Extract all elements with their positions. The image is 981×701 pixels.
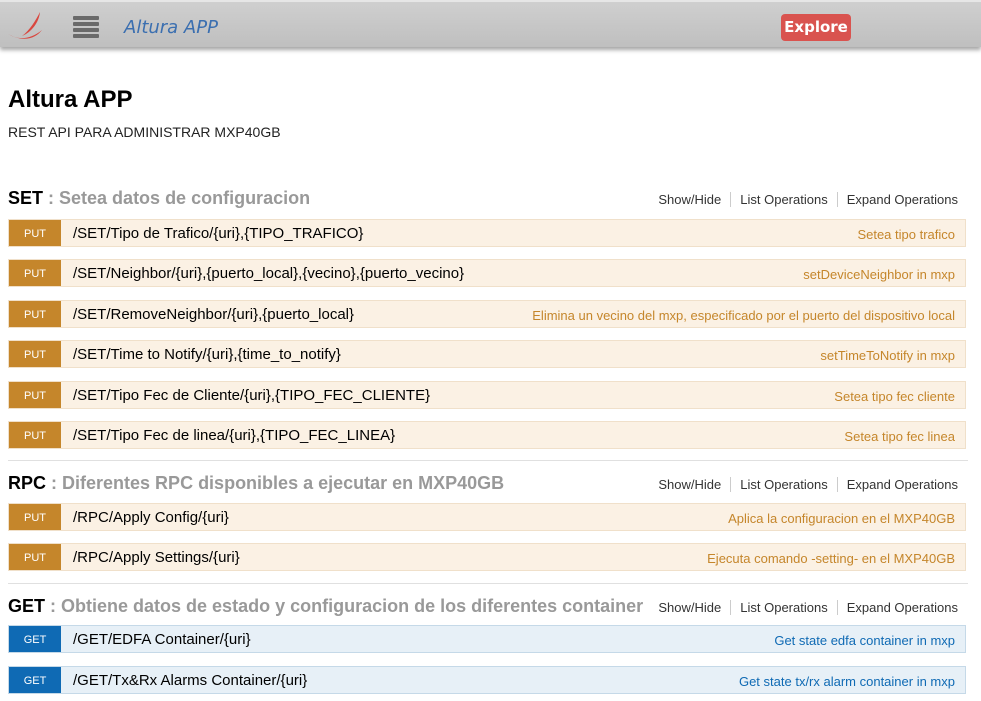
- operation-summary[interactable]: Setea tipo fec linea: [844, 429, 955, 444]
- list-operations-link[interactable]: List Operations: [731, 477, 838, 492]
- top-bar: Altura APP Explore: [0, 0, 981, 47]
- method-badge[interactable]: PUT: [9, 544, 61, 570]
- section-header-set: SET : Setea datos de configuracion Show/…: [8, 188, 968, 212]
- method-badge[interactable]: GET: [9, 626, 61, 652]
- show-hide-link[interactable]: Show/Hide: [649, 192, 732, 207]
- operation-summary[interactable]: setTimeToNotify in mxp: [820, 348, 955, 363]
- operation-row[interactable]: PUT /SET/RemoveNeighbor/{uri},{puerto_lo…: [8, 300, 966, 328]
- operation-path[interactable]: /GET/EDFA Container/{uri}: [73, 631, 251, 648]
- section-divider: [8, 583, 968, 584]
- operation-path[interactable]: /SET/RemoveNeighbor/{uri},{puerto_local}: [73, 306, 354, 323]
- method-badge[interactable]: PUT: [9, 382, 61, 408]
- operation-path[interactable]: /SET/Tipo Fec de linea/{uri},{TIPO_FEC_L…: [73, 427, 395, 444]
- operation-path[interactable]: /SET/Tipo de Trafico/{uri},{TIPO_TRAFICO…: [73, 225, 363, 242]
- hamburger-menu-icon[interactable]: [73, 16, 99, 40]
- section-header-rpc: RPC : Diferentes RPC disponibles a ejecu…: [8, 473, 968, 497]
- method-badge[interactable]: PUT: [9, 341, 61, 367]
- operation-path[interactable]: /GET/Tx&Rx Alarms Container/{uri}: [73, 672, 307, 689]
- operation-summary[interactable]: Get state tx/rx alarm container in mxp: [739, 674, 955, 689]
- operation-row[interactable]: PUT /RPC/Apply Settings/{uri} Ejecuta co…: [8, 543, 966, 571]
- expand-operations-link[interactable]: Expand Operations: [838, 600, 958, 615]
- altura-logo-icon[interactable]: [6, 10, 46, 44]
- section-divider: [8, 460, 968, 461]
- list-operations-link[interactable]: List Operations: [731, 600, 838, 615]
- section-title-get[interactable]: GET : Obtiene datos de estado y configur…: [8, 596, 643, 617]
- operation-path[interactable]: /SET/Tipo Fec de Cliente/{uri},{TIPO_FEC…: [73, 387, 430, 404]
- operation-path[interactable]: /SET/Time to Notify/{uri},{time_to_notif…: [73, 346, 341, 363]
- operation-row[interactable]: PUT /SET/Neighbor/{uri},{puerto_local},{…: [8, 259, 966, 287]
- section-header-get: GET : Obtiene datos de estado y configur…: [8, 596, 968, 620]
- section-name[interactable]: SET: [8, 188, 43, 208]
- operation-path[interactable]: /SET/Neighbor/{uri},{puerto_local},{veci…: [73, 265, 464, 282]
- operation-path[interactable]: /RPC/Apply Settings/{uri}: [73, 549, 240, 566]
- method-badge[interactable]: GET: [9, 667, 61, 693]
- operation-summary[interactable]: Elimina un vecino del mxp, especificado …: [532, 308, 955, 323]
- method-badge[interactable]: PUT: [9, 301, 61, 327]
- operation-summary[interactable]: Setea tipo fec cliente: [834, 389, 955, 404]
- show-hide-link[interactable]: Show/Hide: [649, 600, 732, 615]
- method-badge[interactable]: PUT: [9, 260, 61, 286]
- section-name[interactable]: GET: [8, 596, 45, 616]
- section-description: : Obtiene datos de estado y configuracio…: [50, 596, 644, 616]
- operation-summary[interactable]: Get state edfa container in mxp: [774, 633, 955, 648]
- operation-row[interactable]: PUT /SET/Time to Notify/{uri},{time_to_n…: [8, 340, 966, 368]
- list-operations-link[interactable]: List Operations: [731, 192, 838, 207]
- app-title-link[interactable]: Altura APP: [124, 17, 218, 38]
- method-badge[interactable]: PUT: [9, 220, 61, 246]
- section-name[interactable]: RPC: [8, 473, 46, 493]
- section-description: : Setea datos de configuracion: [48, 188, 311, 208]
- operation-summary[interactable]: setDeviceNeighbor in mxp: [803, 267, 955, 282]
- operation-row[interactable]: PUT /SET/Tipo Fec de linea/{uri},{TIPO_F…: [8, 421, 966, 449]
- section-ops-set: Show/Hide List Operations Expand Operation…: [649, 192, 958, 207]
- section-description: : Diferentes RPC disponibles a ejecutar …: [51, 473, 505, 493]
- method-badge[interactable]: PUT: [9, 422, 61, 448]
- show-hide-link[interactable]: Show/Hide: [649, 477, 732, 492]
- page-title: Altura APP: [8, 86, 133, 113]
- operation-summary[interactable]: Setea tipo trafico: [857, 227, 955, 242]
- expand-operations-link[interactable]: Expand Operations: [838, 192, 958, 207]
- operation-row[interactable]: PUT /SET/Tipo Fec de Cliente/{uri},{TIPO…: [8, 381, 966, 409]
- section-title-set[interactable]: SET : Setea datos de configuracion: [8, 188, 310, 209]
- section-title-rpc[interactable]: RPC : Diferentes RPC disponibles a ejecu…: [8, 473, 504, 494]
- operation-path[interactable]: /RPC/Apply Config/{uri}: [73, 509, 229, 526]
- operation-row[interactable]: PUT /SET/Tipo de Trafico/{uri},{TIPO_TRA…: [8, 219, 966, 247]
- section-ops-get: Show/Hide List Operations Expand Operation…: [649, 600, 958, 615]
- expand-operations-link[interactable]: Expand Operations: [838, 477, 958, 492]
- operation-row[interactable]: GET /GET/EDFA Container/{uri} Get state …: [8, 625, 966, 653]
- page-description: REST API PARA ADMINISTRAR MXP40GB: [8, 124, 281, 140]
- method-badge[interactable]: PUT: [9, 504, 61, 530]
- section-ops-rpc: Show/Hide List Operations Expand Operation…: [649, 477, 958, 492]
- operation-row[interactable]: GET /GET/Tx&Rx Alarms Container/{uri} Ge…: [8, 666, 966, 694]
- operation-row[interactable]: PUT /RPC/Apply Config/{uri} Aplica la co…: [8, 503, 966, 531]
- operation-summary[interactable]: Aplica la configuracion en el MXP40GB: [728, 511, 955, 526]
- explore-button[interactable]: Explore: [781, 14, 851, 41]
- operation-summary[interactable]: Ejecuta comando -setting- en el MXP40GB: [707, 551, 955, 566]
